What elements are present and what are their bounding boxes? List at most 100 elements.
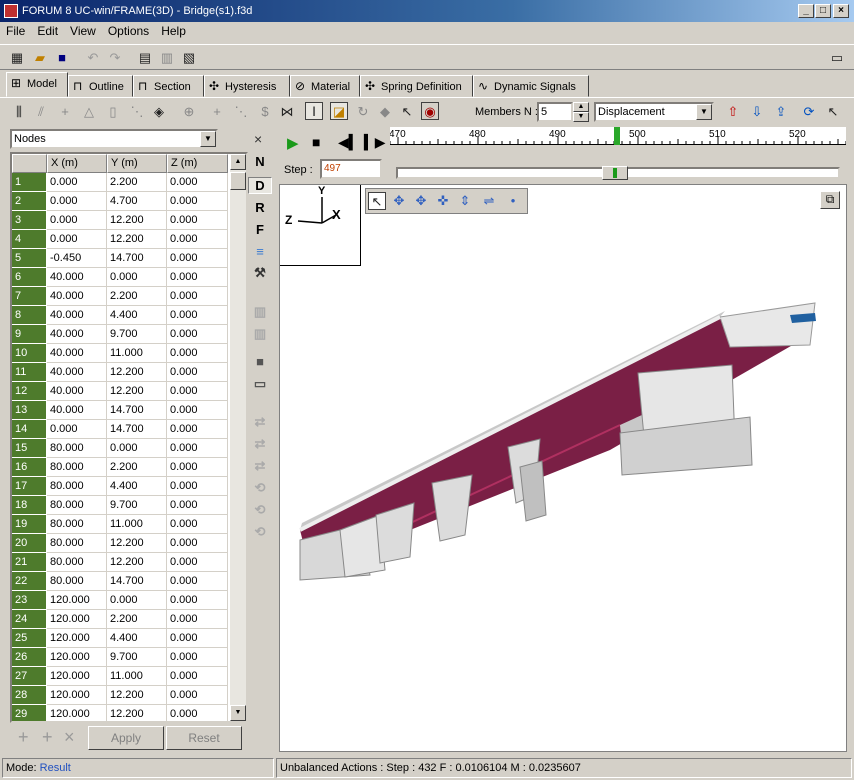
menu-edit[interactable]: Edit bbox=[31, 22, 64, 38]
cell-x[interactable]: 80.000 bbox=[47, 439, 107, 458]
cell-z[interactable]: 0.000 bbox=[167, 610, 228, 629]
cell-x[interactable]: 0.000 bbox=[47, 192, 107, 211]
bar-chart-icon[interactable]: ▥ bbox=[248, 304, 272, 320]
tab-hysteresis[interactable]: ✣ Hysteresis bbox=[204, 75, 290, 97]
force-button[interactable]: F bbox=[248, 222, 272, 237]
cell-z[interactable]: 0.000 bbox=[167, 667, 228, 686]
cell-x[interactable]: 80.000 bbox=[47, 458, 107, 477]
tool-c-icon[interactable]: ⇄ bbox=[248, 458, 272, 474]
cell-x[interactable]: 120.000 bbox=[47, 610, 107, 629]
members-up-button[interactable]: ▲ bbox=[573, 102, 589, 112]
record-icon[interactable]: ◉ bbox=[421, 102, 439, 120]
cell-z[interactable]: 0.000 bbox=[167, 382, 228, 401]
table-row[interactable]: 23 120.000 0.000 0.000 bbox=[12, 591, 228, 610]
fulcrum-icon[interactable]: △ bbox=[80, 103, 98, 121]
close-button[interactable]: × bbox=[833, 4, 849, 18]
cell-z[interactable]: 0.000 bbox=[167, 230, 228, 249]
close-panel-icon[interactable]: × bbox=[254, 131, 262, 147]
tab-model[interactable]: ⊞ Model bbox=[6, 72, 68, 97]
tool-a-icon[interactable]: ⇄ bbox=[248, 414, 272, 430]
bar-chart-2-icon[interactable]: ▥ bbox=[248, 326, 272, 342]
export-icon[interactable]: ⇪ bbox=[772, 103, 790, 121]
cell-y[interactable]: 4.400 bbox=[107, 629, 167, 648]
table-row[interactable]: 12 40.000 12.200 0.000 bbox=[12, 382, 228, 401]
table-scrollbar[interactable]: ▲ ▼ bbox=[230, 154, 246, 721]
normal-force-button[interactable]: N bbox=[248, 154, 272, 169]
member-icon[interactable]: ▯ bbox=[104, 103, 122, 121]
cell-y[interactable]: 2.200 bbox=[107, 173, 167, 192]
tab-outline[interactable]: ⊓ Outline bbox=[68, 75, 133, 97]
members-down-button[interactable]: ▼ bbox=[573, 112, 589, 122]
timeline-ruler[interactable]: 470 480 490 500 510 520 bbox=[389, 127, 847, 145]
insert-row-icon[interactable]: + bbox=[42, 727, 53, 748]
cell-x[interactable]: 40.000 bbox=[47, 382, 107, 401]
table-row[interactable]: 19 80.000 11.000 0.000 bbox=[12, 515, 228, 534]
cell-x[interactable]: 0.000 bbox=[47, 420, 107, 439]
cell-z[interactable]: 0.000 bbox=[167, 534, 228, 553]
table-row[interactable]: 28 120.000 12.200 0.000 bbox=[12, 686, 228, 705]
cell-z[interactable]: 0.000 bbox=[167, 648, 228, 667]
rotate-icon[interactable]: ◈ bbox=[150, 103, 168, 121]
cell-x[interactable]: 120.000 bbox=[47, 705, 107, 721]
table-row[interactable]: 22 80.000 14.700 0.000 bbox=[12, 572, 228, 591]
target-icon[interactable]: ⊕ bbox=[180, 103, 198, 121]
cell-y[interactable]: 11.000 bbox=[107, 344, 167, 363]
scroll-down-button[interactable]: ▼ bbox=[230, 705, 246, 721]
redo-icon[interactable]: ↷ bbox=[106, 49, 124, 67]
table-row[interactable]: 11 40.000 12.200 0.000 bbox=[12, 363, 228, 382]
table-row[interactable]: 2 0.000 4.700 0.000 bbox=[12, 192, 228, 211]
cell-x[interactable]: 80.000 bbox=[47, 534, 107, 553]
cell-y[interactable]: 9.700 bbox=[107, 496, 167, 515]
cell-y[interactable]: 11.000 bbox=[107, 515, 167, 534]
menu-options[interactable]: Options bbox=[102, 22, 155, 38]
result-type-select[interactable]: Displacement ▼ bbox=[594, 102, 714, 122]
displacement-button[interactable]: D bbox=[248, 177, 272, 194]
cell-y[interactable]: 12.200 bbox=[107, 534, 167, 553]
play-icon[interactable]: ▶ bbox=[287, 134, 299, 152]
cell-y[interactable]: 2.200 bbox=[107, 458, 167, 477]
cell-z[interactable]: 0.000 bbox=[167, 192, 228, 211]
menu-file[interactable]: File bbox=[0, 22, 31, 38]
table-row[interactable]: 27 120.000 11.000 0.000 bbox=[12, 667, 228, 686]
timeline-slider[interactable] bbox=[396, 166, 840, 180]
cell-x[interactable]: 120.000 bbox=[47, 648, 107, 667]
cell-x[interactable]: 40.000 bbox=[47, 325, 107, 344]
table-row[interactable]: 10 40.000 11.000 0.000 bbox=[12, 344, 228, 363]
tab-dynamic-signals[interactable]: ∿ Dynamic Signals bbox=[473, 75, 589, 97]
cell-z[interactable]: 0.000 bbox=[167, 591, 228, 610]
cell-z[interactable]: 0.000 bbox=[167, 173, 228, 192]
settings-icon[interactable]: ▭ bbox=[828, 49, 846, 67]
cell-z[interactable]: 0.000 bbox=[167, 515, 228, 534]
cell-z[interactable]: 0.000 bbox=[167, 458, 228, 477]
scroll-up-button[interactable]: ▲ bbox=[230, 154, 246, 170]
cell-y[interactable]: 9.700 bbox=[107, 325, 167, 344]
link-icon[interactable]: ⋱ bbox=[128, 103, 146, 121]
cell-y[interactable]: 0.000 bbox=[107, 268, 167, 287]
table-row[interactable]: 14 0.000 14.700 0.000 bbox=[12, 420, 228, 439]
table-row[interactable]: 26 120.000 9.700 0.000 bbox=[12, 648, 228, 667]
cell-y[interactable]: 4.700 bbox=[107, 192, 167, 211]
dotted-frame-icon[interactable]: ▭ bbox=[248, 376, 272, 392]
table-row[interactable]: 3 0.000 12.200 0.000 bbox=[12, 211, 228, 230]
cell-y[interactable]: 14.700 bbox=[107, 420, 167, 439]
header-x[interactable]: X (m) bbox=[47, 154, 107, 173]
tool-e-icon[interactable]: ⟲ bbox=[248, 502, 272, 518]
cell-y[interactable]: 4.400 bbox=[107, 306, 167, 325]
cell-z[interactable]: 0.000 bbox=[167, 287, 228, 306]
cell-z[interactable]: 0.000 bbox=[167, 306, 228, 325]
table-row[interactable]: 15 80.000 0.000 0.000 bbox=[12, 439, 228, 458]
cell-x[interactable]: 80.000 bbox=[47, 496, 107, 515]
tool-b-icon[interactable]: ⇄ bbox=[248, 436, 272, 452]
bridge-model[interactable] bbox=[280, 185, 846, 751]
header-y[interactable]: Y (m) bbox=[107, 154, 167, 173]
spring-symbol-icon[interactable]: $ bbox=[256, 103, 274, 121]
timeline-thumb[interactable] bbox=[602, 166, 628, 180]
add-row-icon[interactable]: + bbox=[18, 727, 29, 748]
cell-y[interactable]: 4.400 bbox=[107, 477, 167, 496]
cell-z[interactable]: 0.000 bbox=[167, 572, 228, 591]
display-icon[interactable]: ◪ bbox=[330, 102, 348, 120]
cell-x[interactable]: 80.000 bbox=[47, 553, 107, 572]
menu-help[interactable]: Help bbox=[155, 22, 192, 38]
cell-y[interactable]: 2.200 bbox=[107, 610, 167, 629]
open-icon[interactable]: ▰ bbox=[31, 49, 49, 67]
